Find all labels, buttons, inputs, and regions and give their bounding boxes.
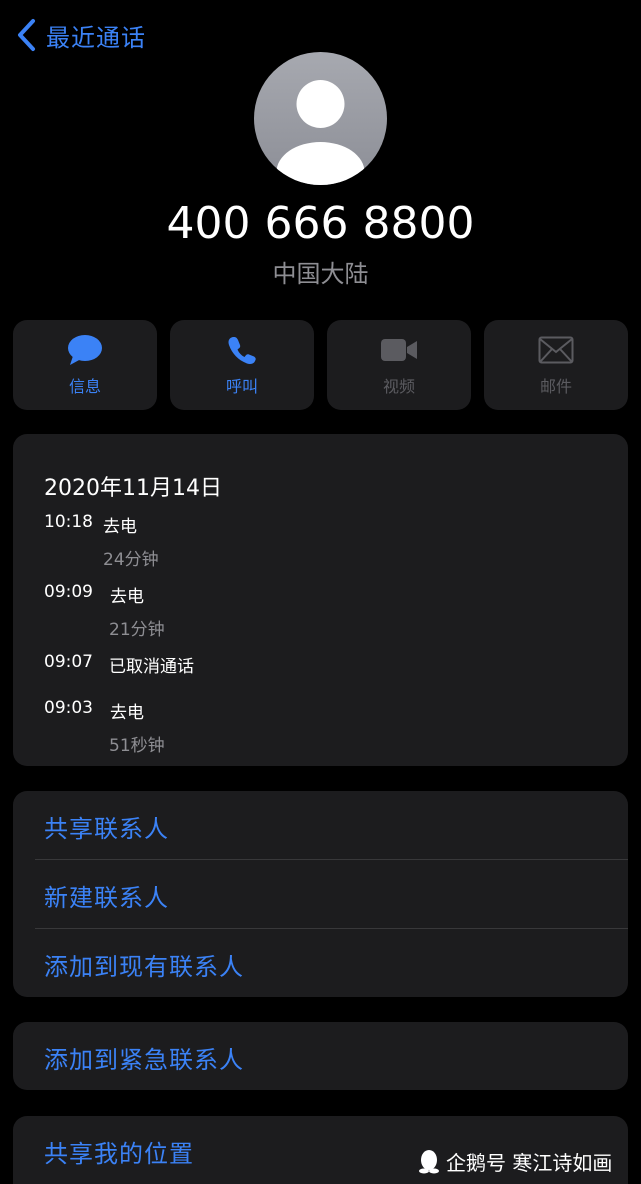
call-type: 去电: [103, 517, 137, 537]
divider: [35, 859, 628, 860]
call-type: 去电: [110, 703, 144, 723]
call-time: 09:03: [44, 698, 93, 718]
call-history-card: 2020年11月14日 10:18 去电 24分钟 09:09 去电 21分钟 09…: [13, 434, 628, 766]
video-label: 视频: [382, 377, 415, 396]
share-location-button[interactable]: 共享我的位置: [44, 1134, 194, 1169]
watermark: 企鹅号 寒江诗如画: [418, 1147, 612, 1176]
call-duration: 51秒钟: [109, 736, 165, 756]
message-button[interactable]: 信息: [13, 320, 157, 410]
mail-label: 邮件: [539, 377, 572, 396]
call-duration: 24分钟: [103, 550, 159, 570]
call-entry: 09:09 去电 21分钟: [44, 582, 165, 640]
new-contact-button[interactable]: 新建联系人: [44, 878, 169, 913]
divider: [35, 928, 628, 929]
call-duration: 21分钟: [109, 620, 165, 640]
watermark-text: 企鹅号 寒江诗如画: [446, 1151, 613, 1175]
call-date: 2020年11月14日: [44, 476, 222, 501]
person-icon: [276, 80, 365, 185]
phone-icon: [228, 337, 256, 364]
avatar: [254, 52, 387, 185]
call-time: 09:07: [44, 652, 93, 672]
call-button[interactable]: 呼叫: [170, 320, 314, 410]
share-contact-button[interactable]: 共享联系人: [44, 809, 169, 844]
action-bar: 信息 呼叫 视频 邮件: [13, 320, 628, 410]
penguin-logo-icon: [419, 1149, 439, 1173]
call-type: 去电: [110, 587, 144, 607]
call-entry: 09:03 去电 51秒钟: [44, 698, 165, 756]
video-button[interactable]: 视频: [327, 320, 471, 410]
region-label: 中国大陆: [272, 260, 369, 288]
call-label: 呼叫: [225, 377, 258, 396]
call-time: 09:09: [44, 582, 93, 602]
back-label: 最近通话: [46, 23, 146, 52]
add-emergency-contact-button[interactable]: 添加到紧急联系人: [44, 1040, 244, 1075]
emergency-card: 添加到紧急联系人: [13, 1022, 628, 1090]
mail-icon: [538, 336, 574, 364]
mail-button[interactable]: 邮件: [484, 320, 628, 410]
call-entry: 10:18 去电 24分钟: [44, 512, 159, 570]
phone-number: 400 666 8800: [166, 198, 475, 249]
video-icon: [381, 339, 417, 361]
call-entry: 09:07 已取消通话: [44, 652, 194, 677]
call-type: 已取消通话: [109, 657, 194, 677]
message-icon: [68, 335, 102, 365]
chevron-left-icon: [18, 19, 35, 51]
call-time: 10:18: [44, 512, 93, 532]
back-button[interactable]: 最近通话: [16, 16, 146, 54]
contact-options-card: 共享联系人 新建联系人 添加到现有联系人: [13, 791, 628, 997]
message-label: 信息: [68, 377, 101, 396]
add-to-existing-contact-button[interactable]: 添加到现有联系人: [44, 947, 244, 982]
